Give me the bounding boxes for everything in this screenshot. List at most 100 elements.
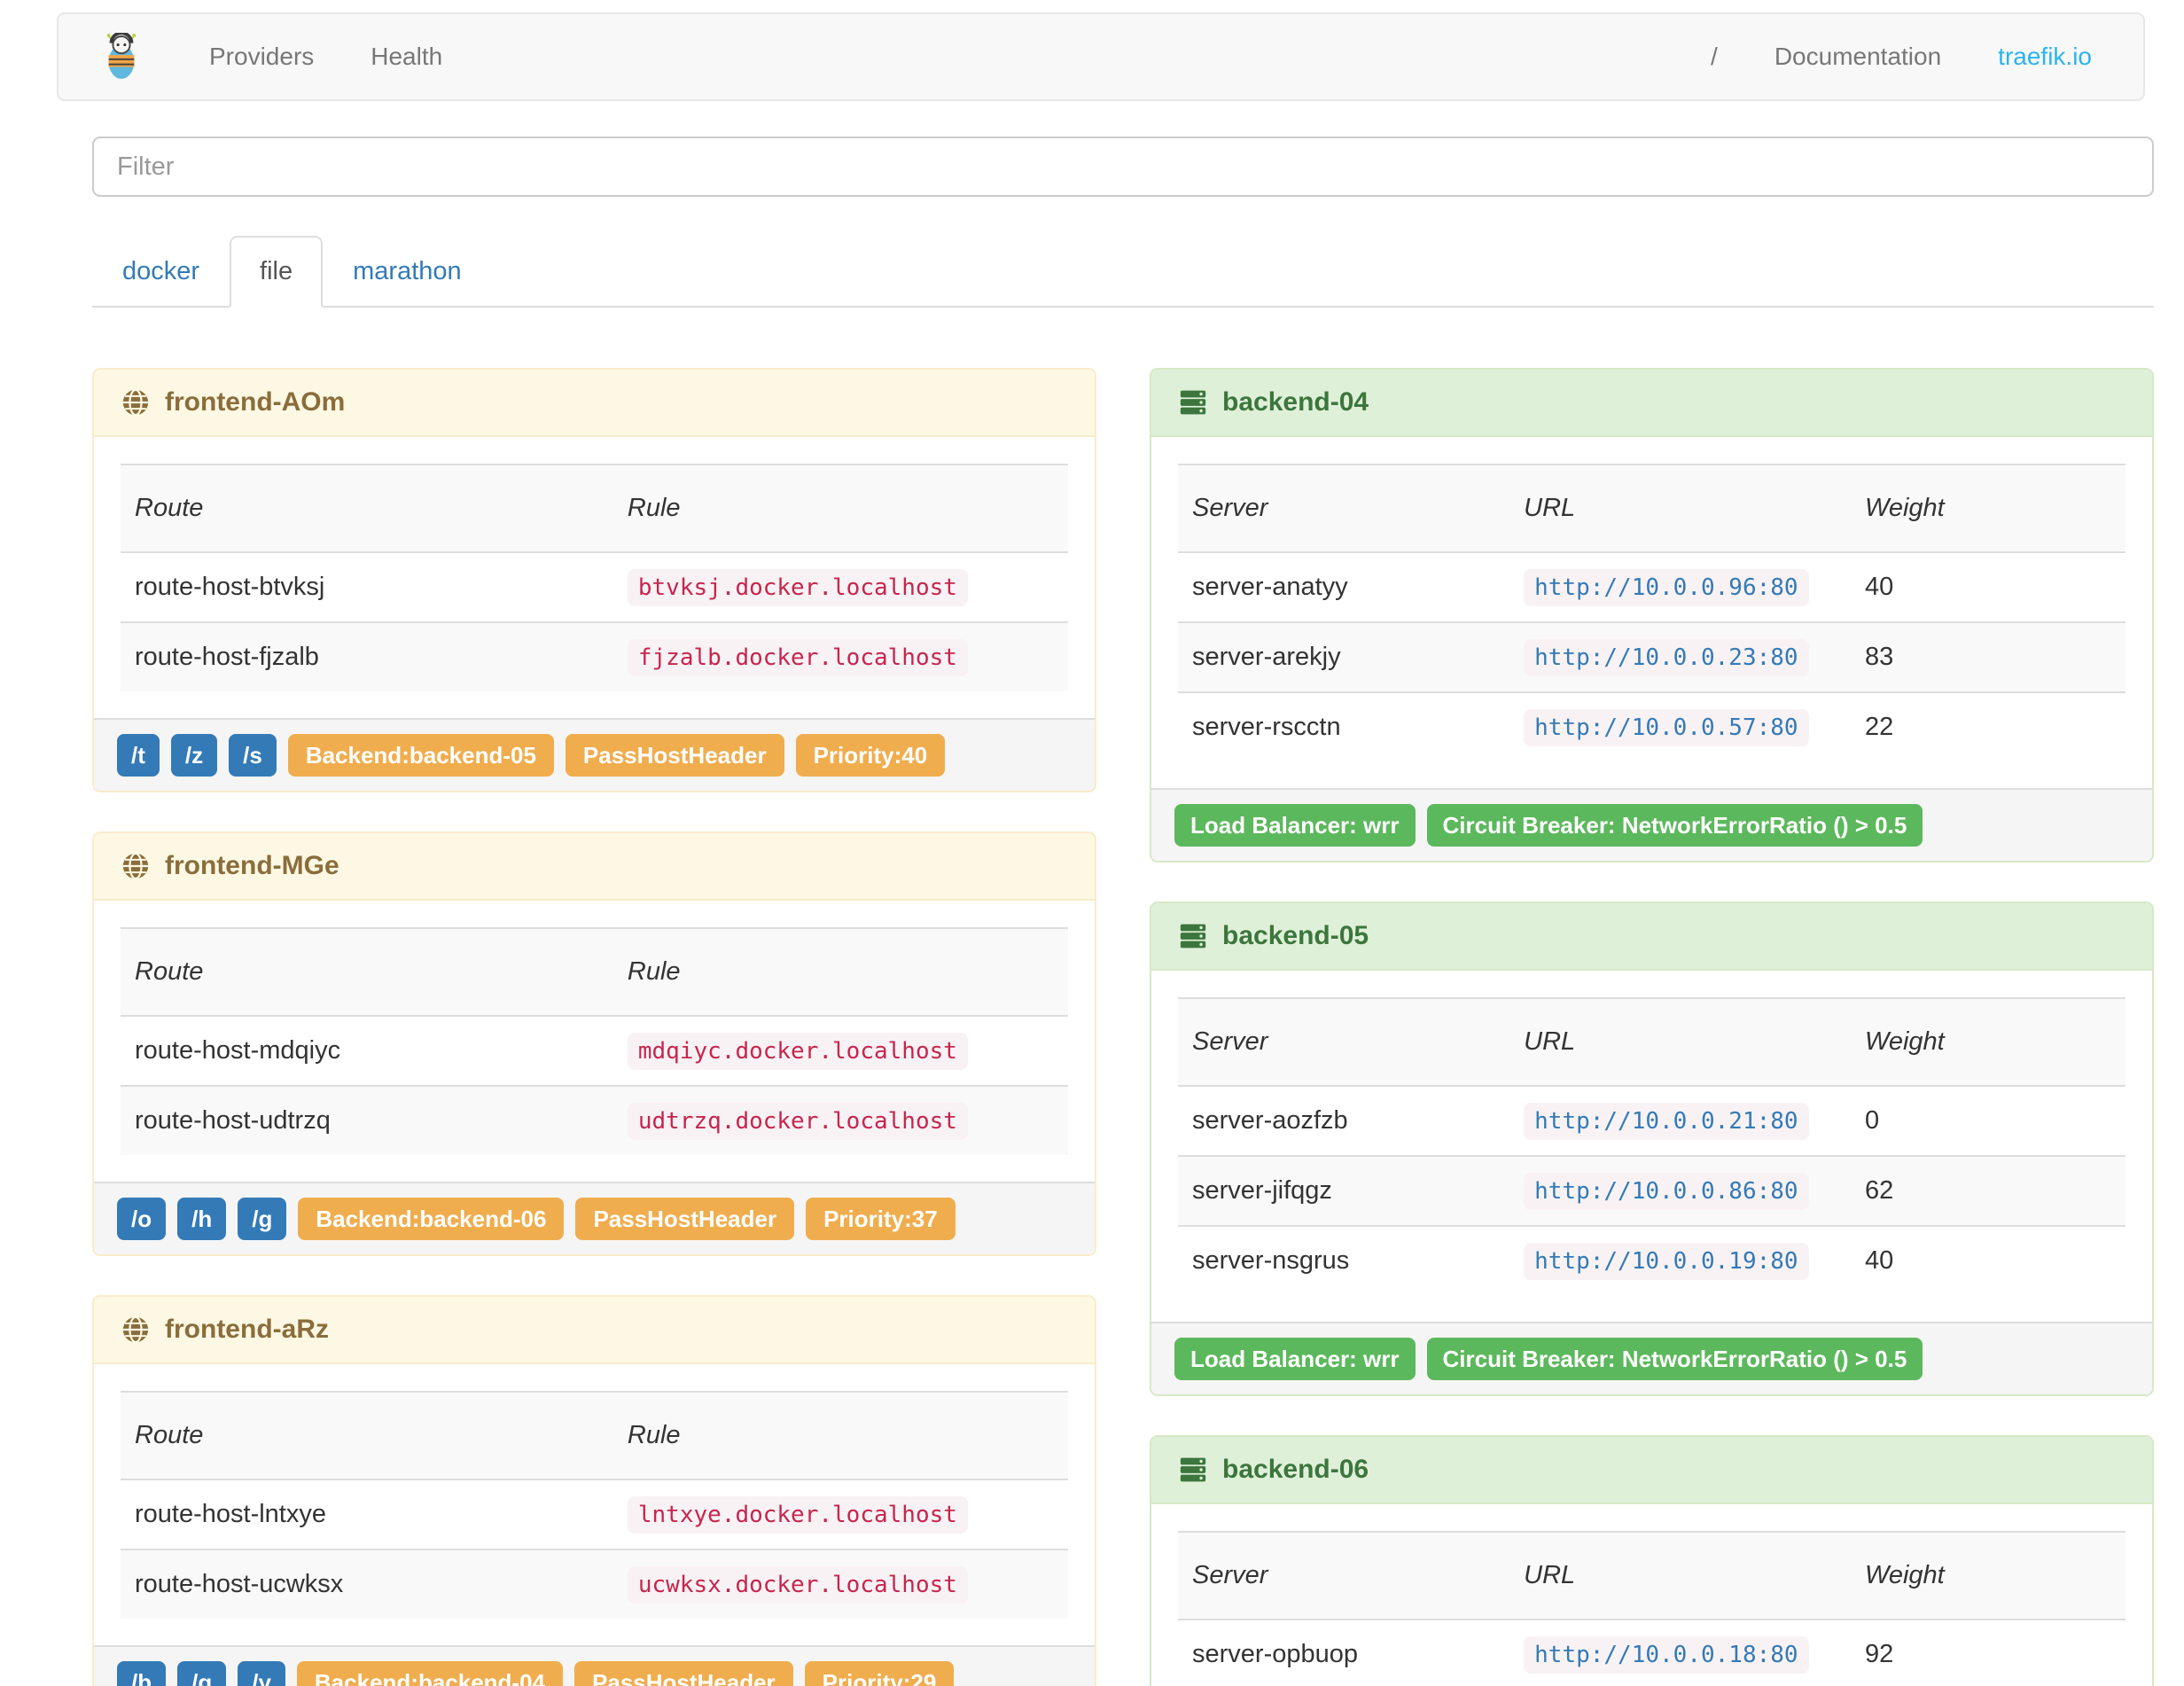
- server-weight: 22: [1850, 691, 2126, 761]
- panels-row: frontend-AOm Route Rule route-host-btvks…: [92, 368, 2154, 1686]
- rule-code: btvksj.docker.localhost: [627, 569, 968, 606]
- traefik-logo[interactable]: [101, 33, 142, 81]
- traefik-logo-icon: [106, 33, 136, 79]
- tab-file[interactable]: file: [230, 236, 324, 308]
- routes-table: Route Rule route-host-mdqiyc mdqiyc.dock…: [121, 927, 1068, 1155]
- frontend-prop-badge: Priority:29: [804, 1661, 955, 1686]
- server-name: server-aozfzb: [1192, 1106, 1348, 1135]
- frontend-panel: frontend-AOm Route Rule route-host-btvks…: [92, 368, 1096, 792]
- frontend-prop-badge: Priority:40: [795, 734, 946, 777]
- frontend-panel-heading: frontend-aRz: [94, 1297, 1095, 1364]
- server-weight: 0: [1864, 1106, 1880, 1135]
- routes-table-header-row: Route Rule: [121, 464, 1068, 553]
- backend-panel: backend-05 Server URL Weight server-aozf…: [1150, 902, 2154, 1396]
- server-weight: 62: [1850, 1155, 2126, 1226]
- backend-panel-title: backend-04: [1222, 387, 1369, 417]
- backend-panel-footer: Load Balancer: wrr Circuit Breaker: Netwo…: [1151, 788, 2152, 861]
- entrypoint-badge: /b: [117, 1661, 167, 1686]
- backend-panel-heading: backend-04: [1151, 370, 2152, 437]
- server-column-header: Server: [1178, 1531, 1510, 1620]
- server-weight: 92: [1864, 1640, 1894, 1668]
- route-name: route-host-btvksj: [135, 573, 325, 601]
- url-column-header: URL: [1509, 997, 1851, 1087]
- entrypoint-badge: /g: [238, 1198, 287, 1240]
- tab-marathon[interactable]: marathon: [323, 236, 492, 308]
- server-row: server-rscctn http://10.0.0.57:80 22: [1178, 691, 2126, 761]
- weight-column-header: Weight: [1850, 1531, 2126, 1620]
- frontend-panel-footer: /o/h/g Backend:backend-06 PassHostHeader Pr…: [94, 1182, 1095, 1254]
- server-row: server-anatyy http://10.0.0.96:80 40: [1178, 552, 2126, 622]
- rule-column-header: Rule: [612, 464, 1068, 553]
- server-name: server-anatyy: [1192, 573, 1348, 601]
- route-name: route-host-mdqiyc: [135, 1036, 341, 1065]
- server-url-link[interactable]: http://10.0.0.96:80: [1524, 569, 1809, 606]
- rule-column-header: Rule: [612, 927, 1068, 1017]
- server-url-link[interactable]: http://10.0.0.21:80: [1524, 1103, 1809, 1140]
- servers-table: Server URL Weight server-aozfzb http://1…: [1178, 997, 2126, 1295]
- backends-column: backend-04 Server URL Weight server-anat…: [1150, 368, 2154, 1686]
- frontend-panel-footer: /t/z/s Backend:backend-05 PassHostHeader Pr…: [94, 718, 1095, 791]
- server-name: server-rscctn: [1178, 691, 1510, 761]
- server-url-link[interactable]: http://10.0.0.23:80: [1524, 639, 1809, 676]
- weight-column-header: Weight: [1850, 997, 2126, 1087]
- navbar-left-links: Providers Health: [181, 14, 471, 99]
- server-url-link[interactable]: http://10.0.0.19:80: [1524, 1243, 1809, 1280]
- frontend-prop-badge: Priority:37: [806, 1198, 956, 1240]
- navbar-link-traefik-io[interactable]: traefik.io: [1970, 14, 2120, 99]
- globe-icon: [121, 851, 151, 881]
- frontend-panel: frontend-aRz Route Rule route-host-lntxy…: [92, 1295, 1096, 1686]
- servers-table-header-row: Server URL Weight: [1178, 997, 2126, 1087]
- server-row: server-aozfzb http://10.0.0.21:80 0: [1178, 1086, 2126, 1156]
- routes-table: Route Rule route-host-btvksj btvksj.dock…: [121, 464, 1068, 691]
- frontend-panel-heading: frontend-MGe: [94, 833, 1095, 901]
- rule-column-header: Rule: [612, 1391, 1068, 1480]
- url-column-header: URL: [1509, 1531, 1851, 1620]
- frontend-prop-badge: Backend:backend-04: [296, 1661, 564, 1686]
- frontend-prop-badge: Backend:backend-06: [298, 1198, 565, 1240]
- backend-panel-body: Server URL Weight server-aozfzb http://1…: [1151, 971, 2152, 1322]
- weight-column-header: Weight: [1850, 464, 2126, 553]
- rule-code: lntxye.docker.localhost: [627, 1496, 968, 1534]
- server-column-header: Server: [1178, 464, 1510, 553]
- server-url-link[interactable]: http://10.0.0.57:80: [1524, 709, 1809, 746]
- frontend-prop-badge: PassHostHeader: [565, 734, 784, 777]
- page-content: dockerfilemarathon frontend-AOm Route: [0, 101, 2184, 1686]
- route-column-header: Route: [121, 927, 613, 1017]
- url-column-header: URL: [1509, 464, 1851, 553]
- backend-panel-title: backend-06: [1222, 1455, 1369, 1484]
- server-url-link[interactable]: http://10.0.0.86:80: [1524, 1173, 1809, 1210]
- rule-code: udtrzq.docker.localhost: [627, 1103, 968, 1140]
- server-row: server-nsgrus http://10.0.0.19:80 40: [1178, 1225, 2126, 1295]
- server-icon: [1178, 1455, 1208, 1485]
- navbar-link-documentation[interactable]: Documentation: [1746, 14, 1970, 99]
- route-row: route-host-lntxye lntxye.docker.localhos…: [121, 1479, 1068, 1549]
- backend-panel: backend-06 Server URL Weight server-opbu…: [1150, 1435, 2154, 1686]
- server-row: server-opbuop http://10.0.0.18:80 92: [1178, 1620, 2126, 1686]
- route-name: route-host-lntxye: [135, 1500, 326, 1528]
- tab-docker[interactable]: docker: [92, 236, 230, 308]
- navbar: Providers Health / Documentation traefik.io: [57, 12, 2145, 101]
- servers-table: Server URL Weight server-opbuop http://1…: [1178, 1531, 2126, 1686]
- frontend-panel-title: frontend-aRz: [165, 1315, 329, 1344]
- frontend-prop-badge: PassHostHeader: [574, 1661, 793, 1686]
- entrypoint-badge: /s: [229, 734, 277, 777]
- backend-panel-footer: Load Balancer: wrr Circuit Breaker: Netwo…: [1151, 1322, 2152, 1394]
- server-url-link[interactable]: http://10.0.0.18:80: [1524, 1636, 1809, 1674]
- navbar-link-providers[interactable]: Providers: [181, 14, 342, 99]
- filter-input[interactable]: [92, 137, 2154, 197]
- globe-icon: [121, 1315, 151, 1345]
- navbar-link-root[interactable]: /: [1682, 14, 1746, 99]
- backend-prop-badge: Load Balancer: wrr: [1174, 1338, 1416, 1380]
- server-name: server-arekjy: [1178, 621, 1510, 692]
- navbar-link-health[interactable]: Health: [342, 14, 471, 99]
- route-column-header: Route: [121, 1391, 613, 1480]
- backend-panel: backend-04 Server URL Weight server-anat…: [1150, 368, 2154, 863]
- server-weight: 40: [1864, 573, 1894, 601]
- backend-panel-title: backend-05: [1222, 921, 1369, 950]
- frontend-panel-body: Route Rule route-host-lntxye lntxye.dock…: [94, 1364, 1095, 1645]
- provider-tabs: docker file marathon: [92, 236, 2154, 308]
- server-row: server-arekjy http://10.0.0.23:80 83: [1178, 621, 2126, 692]
- backend-panel-body: Server URL Weight server-opbuop http://1…: [1151, 1504, 2152, 1686]
- entrypoint-badge: /h: [177, 1198, 227, 1240]
- backend-prop-badge: Circuit Breaker: NetworkErrorRatio () > …: [1426, 1338, 1923, 1380]
